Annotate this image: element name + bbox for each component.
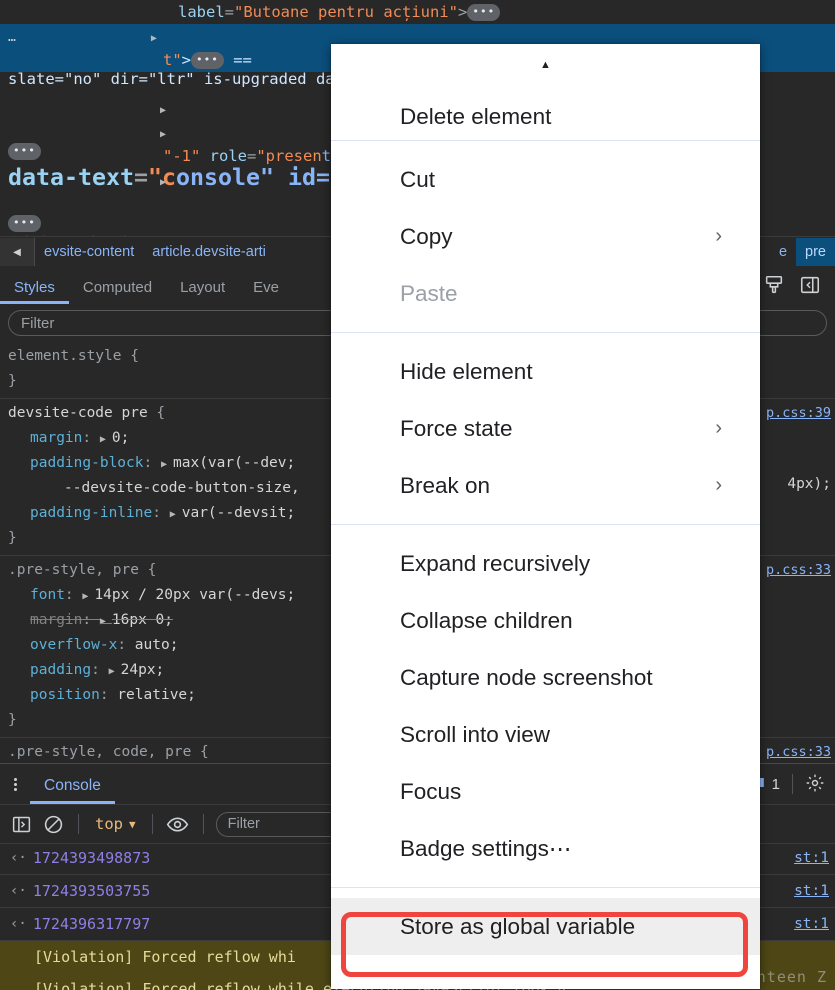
context-menu-separator bbox=[331, 332, 760, 333]
css-selector[interactable]: .pre-style, pre bbox=[8, 562, 139, 578]
show-console-sidebar-icon[interactable] bbox=[8, 811, 34, 837]
context-menu-item-label: Scroll into view bbox=[400, 721, 551, 747]
result-arrow-icon: ‹· bbox=[10, 916, 27, 932]
breadcrumb-item[interactable]: e bbox=[770, 244, 796, 260]
context-menu-item-label: Cut bbox=[400, 166, 436, 192]
context-menu-item-label: Collapse children bbox=[400, 607, 573, 633]
console-result-value[interactable]: 1724393503755 bbox=[33, 882, 150, 900]
chevron-down-icon: ▼ bbox=[129, 817, 136, 831]
css-value-overflow: 4px); bbox=[787, 476, 831, 492]
css-source-link[interactable]: p.css:33 bbox=[766, 558, 831, 583]
divider bbox=[78, 814, 79, 834]
paintbrush-icon[interactable] bbox=[763, 274, 785, 296]
result-arrow-icon: ‹· bbox=[10, 883, 27, 899]
triangle-up-icon: ▲ bbox=[540, 59, 551, 71]
breadcrumb-scroll-back-button[interactable]: ◀ bbox=[0, 237, 35, 267]
context-menu-item[interactable]: Badge settings⋯ bbox=[331, 820, 760, 877]
gear-icon[interactable] bbox=[805, 773, 827, 795]
tab-computed[interactable]: Computed bbox=[69, 279, 166, 304]
chevron-right-icon: › bbox=[715, 417, 722, 439]
tab-layout[interactable]: Layout bbox=[166, 279, 239, 304]
expand-triangle-icon[interactable]: ▶ bbox=[82, 591, 94, 602]
context-menu-item-label: Store as global variable bbox=[400, 913, 636, 939]
console-source-link[interactable]: st:1 bbox=[794, 883, 829, 899]
context-menu-item[interactable]: Hide element bbox=[331, 343, 760, 400]
context-menu-item[interactable]: Delete element bbox=[331, 86, 760, 130]
css-source-link[interactable]: p.css:33 bbox=[766, 740, 831, 764]
context-menu-separator bbox=[331, 524, 760, 525]
context-menu-item-label: Force state bbox=[400, 415, 513, 441]
tab-eve[interactable]: Eve bbox=[239, 279, 293, 304]
chevron-left-icon: ◀ bbox=[13, 246, 21, 258]
css-selector[interactable]: devsite-code pre bbox=[8, 405, 148, 421]
expand-triangle-icon[interactable]: ▶ bbox=[100, 616, 112, 627]
context-menu-item[interactable]: Expand recursively bbox=[331, 535, 760, 592]
more-options-icon[interactable] bbox=[0, 764, 30, 804]
dom-tree-row[interactable]: label="Butoane pentru acțiuni"> ••• bbox=[0, 0, 835, 24]
context-menu-item[interactable]: Capture node screenshot bbox=[331, 649, 760, 706]
devtools-screenshot: label="Butoane pentru acțiuni"> •••… ▶ slat… bbox=[0, 0, 835, 990]
hidden-nodes-ellipsis[interactable]: … bbox=[8, 30, 18, 45]
context-menu-item[interactable]: Scroll into view bbox=[331, 706, 760, 763]
context-menu-item[interactable]: Break on › bbox=[331, 457, 760, 514]
context-menu-item[interactable]: Focus bbox=[331, 763, 760, 820]
collapsed-content-badge[interactable]: ••• bbox=[467, 4, 501, 21]
context-menu-item: Paste bbox=[331, 265, 760, 322]
context-menu-separator bbox=[331, 140, 760, 141]
expand-triangle-icon[interactable]: ▶ bbox=[170, 509, 182, 520]
css-source-link[interactable]: p.css:39 bbox=[766, 401, 831, 426]
toggle-sidebar-icon[interactable] bbox=[799, 274, 821, 296]
context-menu-item-label: Paste bbox=[400, 280, 458, 306]
console-result-value[interactable]: 1724396317797 bbox=[33, 915, 150, 933]
breadcrumb-item[interactable]: pre bbox=[796, 237, 835, 267]
live-expression-icon[interactable] bbox=[165, 811, 191, 837]
result-arrow-icon: ‹· bbox=[10, 850, 27, 866]
context-menu-separator bbox=[331, 887, 760, 888]
context-menu-item[interactable]: Copy › bbox=[331, 208, 760, 265]
clear-console-icon[interactable] bbox=[40, 811, 66, 837]
context-menu-item-label: Copy bbox=[400, 223, 453, 249]
drawer-right-controls[interactable]: 1 bbox=[748, 764, 835, 804]
context-menu-item-label: Capture node screenshot bbox=[400, 664, 653, 690]
context-menu-item[interactable]: Cut bbox=[331, 151, 760, 208]
divider bbox=[151, 814, 153, 834]
context-menu-item-label: Hide element bbox=[400, 358, 533, 384]
context-menu-item-label: Expand recursively bbox=[400, 550, 591, 576]
console-source-link[interactable]: st:1 bbox=[794, 850, 829, 866]
context-menu-item-label: Badge settings⋯ bbox=[400, 835, 572, 861]
styles-panel-toolbar[interactable] bbox=[749, 266, 835, 304]
tab-styles[interactable]: Styles bbox=[0, 279, 69, 304]
divider bbox=[792, 774, 793, 794]
console-context-selector[interactable]: top ▼ bbox=[91, 815, 140, 833]
breadcrumb-item[interactable]: article.devsite-arti bbox=[143, 244, 275, 260]
console-result-value[interactable]: 1724393498873 bbox=[33, 849, 150, 867]
divider bbox=[202, 814, 204, 834]
console-source-link[interactable]: st:1 bbox=[794, 916, 829, 932]
expand-triangle-icon[interactable]: ▶ bbox=[161, 459, 173, 470]
message-count-value: 1 bbox=[771, 775, 780, 793]
css-selector[interactable]: element.style bbox=[8, 348, 122, 364]
console-context-value: top bbox=[95, 815, 123, 833]
breadcrumb-item[interactable]: evsite-content bbox=[35, 244, 143, 260]
context-menu-item[interactable]: Force state › bbox=[331, 400, 760, 457]
context-menu-item[interactable]: Collapse children bbox=[331, 592, 760, 649]
expand-triangle-icon[interactable]: ▶ bbox=[100, 434, 112, 445]
css-selector[interactable]: .pre-style, code, pre bbox=[8, 744, 191, 760]
context-menu-item[interactable]: Store as global variable bbox=[331, 898, 760, 955]
context-menu-item-label: Focus bbox=[400, 778, 462, 804]
context-menu[interactable]: ▲ Delete element Cut Copy › Paste Hide elemen… bbox=[331, 44, 760, 989]
expand-triangle-icon[interactable]: ▶ bbox=[109, 666, 121, 677]
context-menu-scroll-up-button[interactable]: ▲ bbox=[331, 44, 760, 86]
chevron-right-icon: › bbox=[715, 225, 722, 247]
console-violation-text: [Violation] Forced reflow whi bbox=[34, 948, 296, 966]
context-menu-item-label: Delete element bbox=[400, 104, 552, 129]
context-menu-item-label: Break on bbox=[400, 472, 491, 498]
chevron-right-icon: › bbox=[715, 474, 722, 496]
tab-console[interactable]: Console bbox=[30, 777, 115, 804]
collapsed-content-badge[interactable]: ••• bbox=[191, 52, 224, 69]
